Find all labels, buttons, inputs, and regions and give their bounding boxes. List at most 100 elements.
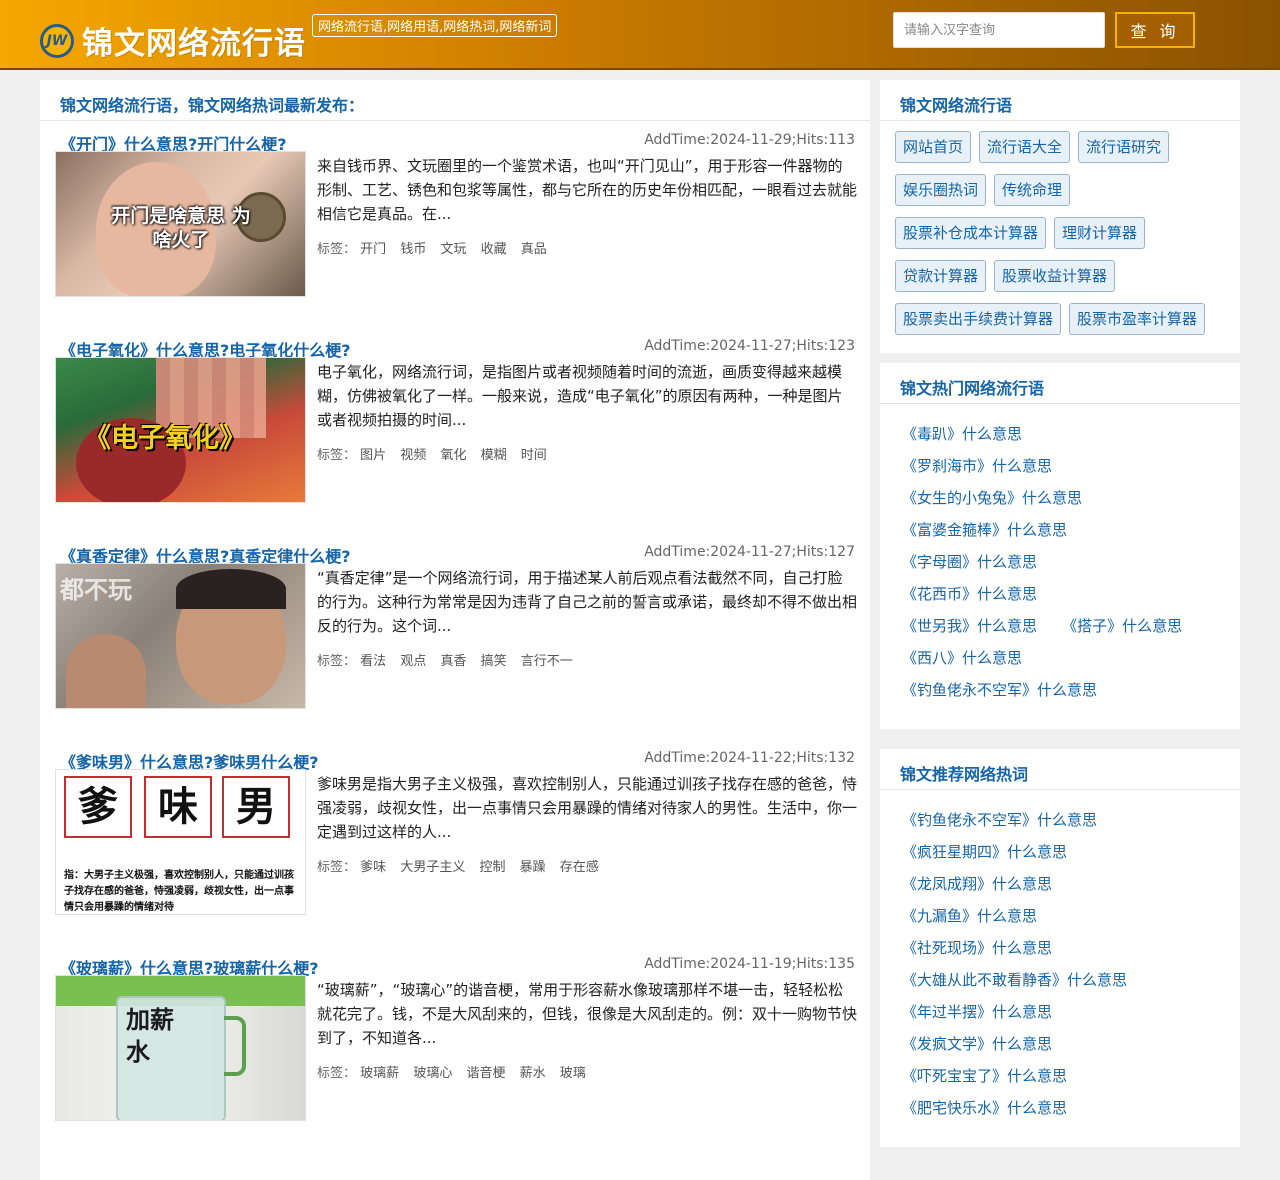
sidebar-recommend-panel: 锦文推荐网络热词 《钓鱼佬永不空军》什么意思 《疯狂星期四》什么意思 《龙凤成翔… — [880, 749, 1240, 1147]
article-tags: 标签： 开门 钱币 文玩 收藏 真品 — [317, 238, 557, 257]
tag-link[interactable]: 玻璃心 — [413, 1066, 452, 1081]
tag-link[interactable]: 暴躁 — [520, 860, 546, 875]
tag-link[interactable]: 大男子主义 — [400, 860, 465, 875]
nav-button-stock-profit-calc[interactable]: 股票收益计算器 — [994, 260, 1116, 292]
sidebar-hot-heading: 锦文热门网络流行语 — [880, 363, 1240, 404]
tag-link[interactable]: 谐音梗 — [466, 1066, 505, 1081]
article-thumbnail[interactable]: 《电子氧化》 — [55, 357, 306, 503]
recommend-link[interactable]: 《大雄从此不敢看静香》什么意思 — [902, 964, 1127, 996]
article-description: 爹味男是指大男子主义极强，喜欢控制别人，只能通过训孩子找存在感的爸爸，恃强凌弱，… — [317, 775, 857, 841]
recommend-link[interactable]: 《社死现场》什么意思 — [902, 932, 1052, 964]
tag-link[interactable]: 开门 — [360, 242, 386, 257]
tag-link[interactable]: 玻璃薪 — [360, 1066, 399, 1081]
recommend-link[interactable]: 《九漏鱼》什么意思 — [902, 900, 1037, 932]
tags-label: 标签： — [317, 654, 357, 669]
article-description: “真香定律”是一个网络流行词，用于描述某人前后观点看法截然不同，自己打脸的行为。… — [317, 569, 857, 635]
sidebar-recommend-list: 《钓鱼佬永不空军》什么意思 《疯狂星期四》什么意思 《龙凤成翔》什么意思 《九漏… — [880, 790, 1240, 1124]
sidebar-nav-list: 网站首页 流行语大全 流行语研究 娱乐圈热词 传统命理 股票补仓成本计算器 理财… — [880, 121, 1240, 350]
main-heading: 锦文网络流行语，锦文网络热词最新发布： — [40, 80, 870, 121]
article-meta: AddTime:2024-11-22;Hits:132 — [644, 750, 855, 766]
tag-link[interactable]: 真品 — [521, 242, 547, 257]
hot-link[interactable]: 《钓鱼佬永不空军》什么意思 — [902, 674, 1097, 706]
tag-link[interactable]: 薪水 — [520, 1066, 546, 1081]
tag-link[interactable]: 控制 — [479, 860, 505, 875]
tag-link[interactable]: 钱币 — [400, 242, 426, 257]
tag-link[interactable]: 时间 — [521, 448, 547, 463]
hot-link[interactable]: 《花西币》什么意思 — [902, 578, 1037, 610]
tag-link[interactable]: 模糊 — [481, 448, 507, 463]
tag-link[interactable]: 言行不一 — [521, 654, 573, 669]
article-description: 来自钱币界、文玩圈里的一个鉴赏术语，也叫“开门见山”，用于形容一件器物的形制、工… — [317, 157, 857, 223]
thumbnail-char: 味 — [144, 776, 212, 838]
article-tags: 标签： 图片 视频 氧化 模糊 时间 — [317, 444, 557, 463]
recommend-link[interactable]: 《疯狂星期四》什么意思 — [902, 836, 1067, 868]
hot-link[interactable]: 《富婆金箍棒》什么意思 — [902, 514, 1067, 546]
article-meta: AddTime:2024-11-19;Hits:135 — [644, 956, 855, 972]
nav-button-slang-all[interactable]: 流行语大全 — [979, 131, 1071, 163]
article-meta: AddTime:2024-11-27;Hits:127 — [644, 544, 855, 560]
nav-button-pe-calc[interactable]: 股票市盈率计算器 — [1069, 303, 1206, 335]
tags-label: 标签： — [317, 242, 357, 257]
sidebar-hot-panel: 锦文热门网络流行语 《毒趴》什么意思 《罗刹海市》什么意思 《女生的小兔兔》什么… — [880, 363, 1240, 729]
thumbnail-caption: 加薪水 — [126, 1006, 174, 1066]
nav-button-entertainment[interactable]: 娱乐圈热词 — [895, 174, 987, 206]
article-item: 《玻璃薪》什么意思?玻璃薪什么梗? AddTime:2024-11-19;Hit… — [40, 945, 870, 1151]
hot-link[interactable]: 《字母圈》什么意思 — [902, 546, 1037, 578]
tag-link[interactable]: 观点 — [400, 654, 426, 669]
nav-button-home[interactable]: 网站首页 — [895, 131, 972, 163]
article-description: 电子氧化，网络流行词，是指图片或者视频随着时间的流逝，画质变得越来越模糊，仿佛被… — [317, 363, 843, 429]
search-button[interactable]: 查 询 — [1115, 12, 1195, 48]
sidebar-recommend-heading: 锦文推荐网络热词 — [880, 749, 1240, 790]
tag-link[interactable]: 爹味 — [360, 860, 386, 875]
hot-link[interactable]: 《西八》什么意思 — [902, 642, 1022, 674]
tag-link[interactable]: 收藏 — [481, 242, 507, 257]
article-thumbnail[interactable]: 爹 味 男 指：大男子主义极强，喜欢控制别人，只能通过训孩子找存在感的爸爸，恃强… — [55, 769, 306, 915]
tag-link[interactable]: 视频 — [400, 448, 426, 463]
tags-label: 标签： — [317, 448, 357, 463]
article-tags: 标签： 爹味 大男子主义 控制 暴躁 存在感 — [317, 856, 609, 875]
tag-link[interactable]: 搞笑 — [481, 654, 507, 669]
recommend-link[interactable]: 《肥宅快乐水》什么意思 — [902, 1092, 1067, 1124]
nav-button-stock-cost-calc[interactable]: 股票补仓成本计算器 — [895, 217, 1047, 249]
search-input[interactable] — [893, 12, 1105, 48]
tag-link[interactable]: 氧化 — [440, 448, 466, 463]
thumbnail-caption: 都不玩 — [60, 576, 132, 604]
hot-link[interactable]: 《毒趴》什么意思 — [902, 418, 1022, 450]
site-tagline: 网络流行语,网络用语,网络热词,网络新词 — [312, 14, 558, 37]
hot-link[interactable]: 《世另我》什么意思 — [902, 610, 1037, 642]
article-thumbnail[interactable]: 都不玩 — [55, 563, 306, 709]
nav-button-fortune[interactable]: 传统命理 — [994, 174, 1071, 206]
article-item: 《电子氧化》什么意思?电子氧化什么梗? AddTime:2024-11-27;H… — [40, 327, 870, 533]
article-description: “玻璃薪”，“玻璃心”的谐音梗，常用于形容薪水像玻璃那样不堪一击，轻轻松松就花完… — [317, 981, 857, 1047]
main-content: 锦文网络流行语，锦文网络热词最新发布： 《开门》什么意思?开门什么梗? AddT… — [40, 80, 870, 1180]
hot-link[interactable]: 《搭子》什么意思 — [1062, 610, 1182, 642]
nav-button-stock-fee-calc[interactable]: 股票卖出手续费计算器 — [895, 303, 1062, 335]
nav-button-slang-research[interactable]: 流行语研究 — [1078, 131, 1170, 163]
tag-link[interactable]: 存在感 — [560, 860, 599, 875]
recommend-link[interactable]: 《吓死宝宝了》什么意思 — [902, 1060, 1067, 1092]
tag-link[interactable]: 看法 — [360, 654, 386, 669]
recommend-link[interactable]: 《发疯文学》什么意思 — [902, 1028, 1052, 1060]
tag-link[interactable]: 玻璃 — [560, 1066, 586, 1081]
article-thumbnail[interactable]: 加薪水 — [55, 975, 306, 1121]
article-item: 《真香定律》什么意思?真香定律什么梗? AddTime:2024-11-27;H… — [40, 533, 870, 739]
recommend-link[interactable]: 《龙凤成翔》什么意思 — [902, 868, 1052, 900]
hot-link[interactable]: 《女生的小兔兔》什么意思 — [902, 482, 1082, 514]
nav-button-loan-calc[interactable]: 贷款计算器 — [895, 260, 987, 292]
recommend-link[interactable]: 《钓鱼佬永不空军》什么意思 — [902, 804, 1097, 836]
tag-link[interactable]: 文玩 — [440, 242, 466, 257]
tag-link[interactable]: 真香 — [440, 654, 466, 669]
tag-link[interactable]: 图片 — [360, 448, 386, 463]
logo-badge-icon: JW — [40, 23, 74, 58]
article-item: 《爹味男》什么意思?爹味男什么梗? AddTime:2024-11-22;Hit… — [40, 739, 870, 945]
article-thumbnail[interactable]: 开门是啥意思 为啥火了 — [55, 151, 306, 297]
thumbnail-caption: 《电子氧化》 — [84, 423, 246, 454]
article-meta: AddTime:2024-11-27;Hits:123 — [644, 338, 855, 354]
nav-button-finance-calc[interactable]: 理财计算器 — [1054, 217, 1146, 249]
article-tags: 标签： 看法 观点 真香 搞笑 言行不一 — [317, 650, 583, 669]
recommend-link[interactable]: 《年过半摆》什么意思 — [902, 996, 1052, 1028]
hot-link[interactable]: 《罗刹海市》什么意思 — [902, 450, 1052, 482]
sidebar-nav-heading: 锦文网络流行语 — [880, 80, 1240, 121]
thumbnail-char: 男 — [222, 776, 290, 838]
site-logo[interactable]: JW 锦文网络流行语 — [40, 18, 306, 63]
